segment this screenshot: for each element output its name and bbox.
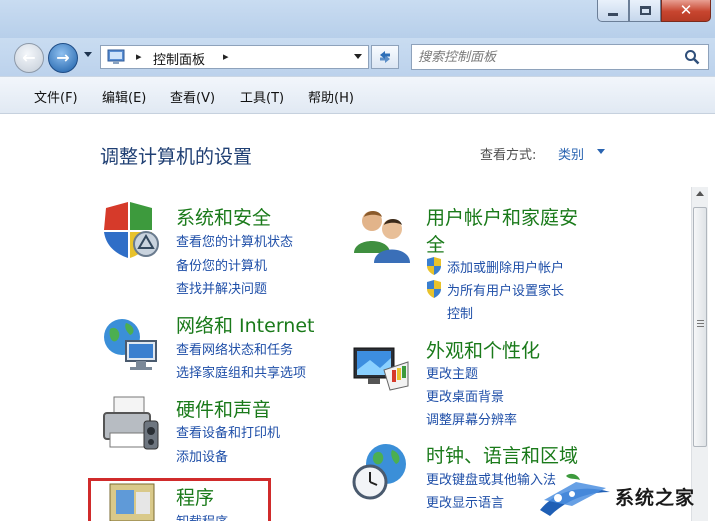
forward-arrow-icon: → <box>56 48 70 67</box>
category-title-appearance[interactable]: 外观和个性化 <box>426 336 540 363</box>
view-by-dropdown[interactable]: 类别 <box>558 144 584 163</box>
back-button[interactable]: ← <box>14 43 44 73</box>
refresh-icon <box>380 51 390 63</box>
menu-file[interactable]: 文件(F) <box>34 87 78 106</box>
view-by-chevron-icon[interactable] <box>597 149 605 154</box>
breadcrumb-separator-2[interactable]: ▸ <box>223 50 229 63</box>
control-panel-icon <box>107 49 125 64</box>
menu-view[interactable]: 查看(V) <box>170 87 215 106</box>
link-parental-controls[interactable]: 为所有用户设置家长 <box>447 280 564 299</box>
printer-icon[interactable] <box>100 393 162 455</box>
recent-pages-dropdown[interactable] <box>84 52 92 57</box>
uac-shield-icon <box>427 257 441 275</box>
scroll-up-arrow-icon[interactable] <box>696 191 704 196</box>
link-backup-computer[interactable]: 备份您的计算机 <box>176 255 267 274</box>
shield-icon[interactable] <box>100 200 162 262</box>
category-title-system-security[interactable]: 系统和安全 <box>176 203 271 230</box>
maximize-icon <box>639 6 651 15</box>
search-icon[interactable] <box>684 49 700 65</box>
category-title-user-accounts-line2[interactable]: 全 <box>426 230 445 257</box>
category-title-hardware-sound[interactable]: 硬件和声音 <box>176 395 271 422</box>
menu-help[interactable]: 帮助(H) <box>308 87 354 106</box>
menu-edit[interactable]: 编辑(E) <box>102 87 146 106</box>
monitor-icon[interactable] <box>350 340 412 402</box>
network-globe-icon[interactable] <box>100 315 162 377</box>
breadcrumb-control-panel[interactable]: 控制面板 <box>153 49 205 68</box>
maximize-button[interactable] <box>629 0 661 22</box>
refresh-button[interactable] <box>371 45 399 69</box>
watermark-text: 系统之家 <box>615 487 696 509</box>
highlight-box <box>88 478 271 521</box>
watermark-logo-icon <box>540 473 610 516</box>
category-title-network-internet[interactable]: 网络和 Internet <box>176 311 314 338</box>
back-arrow-icon: ← <box>22 48 36 67</box>
link-homegroup-sharing[interactable]: 选择家庭组和共享选项 <box>176 362 306 381</box>
address-history-dropdown[interactable] <box>354 54 362 59</box>
link-change-background[interactable]: 更改桌面背景 <box>426 386 504 405</box>
link-parental-controls-cont[interactable]: 控制 <box>447 303 473 322</box>
address-bar[interactable]: ▸ 控制面板 ▸ <box>100 45 369 69</box>
link-add-remove-accounts[interactable]: 添加或删除用户帐户 <box>447 257 564 276</box>
link-change-display-language[interactable]: 更改显示语言 <box>426 492 504 511</box>
scroll-thumb[interactable] <box>693 207 707 447</box>
close-icon: ✕ <box>679 1 693 19</box>
close-button[interactable]: ✕ <box>661 0 711 22</box>
page-title: 调整计算机的设置 <box>100 146 253 168</box>
title-bar: ✕ <box>0 0 715 38</box>
clock-globe-icon[interactable] <box>350 440 412 502</box>
link-screen-resolution[interactable]: 调整屏幕分辨率 <box>426 409 517 428</box>
menu-bar: 文件(F) 编辑(E) 查看(V) 工具(T) 帮助(H) <box>0 76 715 114</box>
caption-buttons: ✕ <box>597 0 711 22</box>
link-troubleshoot[interactable]: 查找并解决问题 <box>176 278 267 297</box>
link-view-computer-status[interactable]: 查看您的计算机状态 <box>176 231 293 250</box>
menu-tools[interactable]: 工具(T) <box>240 87 284 106</box>
grip-icon <box>697 320 704 321</box>
link-view-network-status[interactable]: 查看网络状态和任务 <box>176 339 293 358</box>
category-title-clock-language-region[interactable]: 时钟、语言和区域 <box>426 441 578 468</box>
minimize-icon <box>608 13 618 16</box>
uac-shield-icon-2 <box>427 280 441 298</box>
search-input[interactable] <box>418 48 678 66</box>
forward-button[interactable]: → <box>48 43 78 73</box>
category-title-user-accounts-line1[interactable]: 用户帐户和家庭安 <box>426 203 578 230</box>
link-change-theme[interactable]: 更改主题 <box>426 363 478 382</box>
breadcrumb-separator[interactable]: ▸ <box>136 50 142 63</box>
minimize-button[interactable] <box>597 0 629 22</box>
users-icon[interactable] <box>350 205 412 267</box>
link-add-device[interactable]: 添加设备 <box>176 446 228 465</box>
view-by-label: 查看方式: <box>480 148 537 163</box>
watermark: 系统之家 <box>536 470 715 521</box>
search-box[interactable] <box>411 44 709 70</box>
link-devices-printers[interactable]: 查看设备和打印机 <box>176 422 280 441</box>
